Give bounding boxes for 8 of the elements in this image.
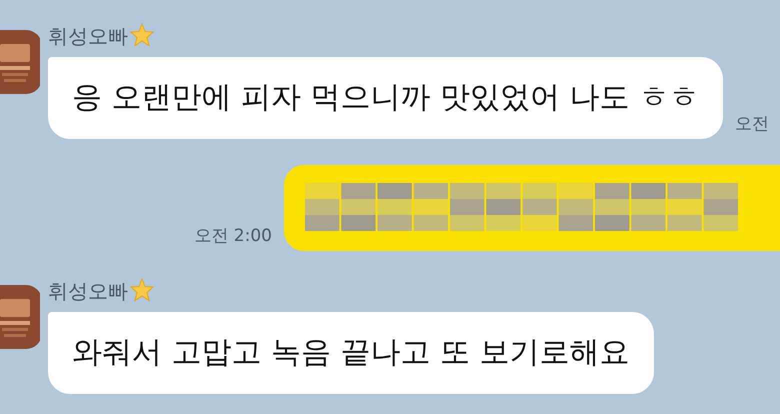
star-icon	[130, 23, 156, 49]
message-bubble: 응 오랜만에 피자 먹으니까 맛있었어 나도 ㅎㅎ	[48, 57, 724, 139]
message-time: 오전	[735, 113, 770, 135]
message-time: 오전 2:00	[194, 225, 272, 247]
star-icon	[130, 278, 156, 304]
sender-name: 휘성오빠	[48, 22, 128, 50]
message-bubble: 와줘서 고맙고 녹음 끝나고 또 보기로해요	[48, 312, 654, 394]
sender-name: 휘성오빠	[48, 278, 128, 304]
